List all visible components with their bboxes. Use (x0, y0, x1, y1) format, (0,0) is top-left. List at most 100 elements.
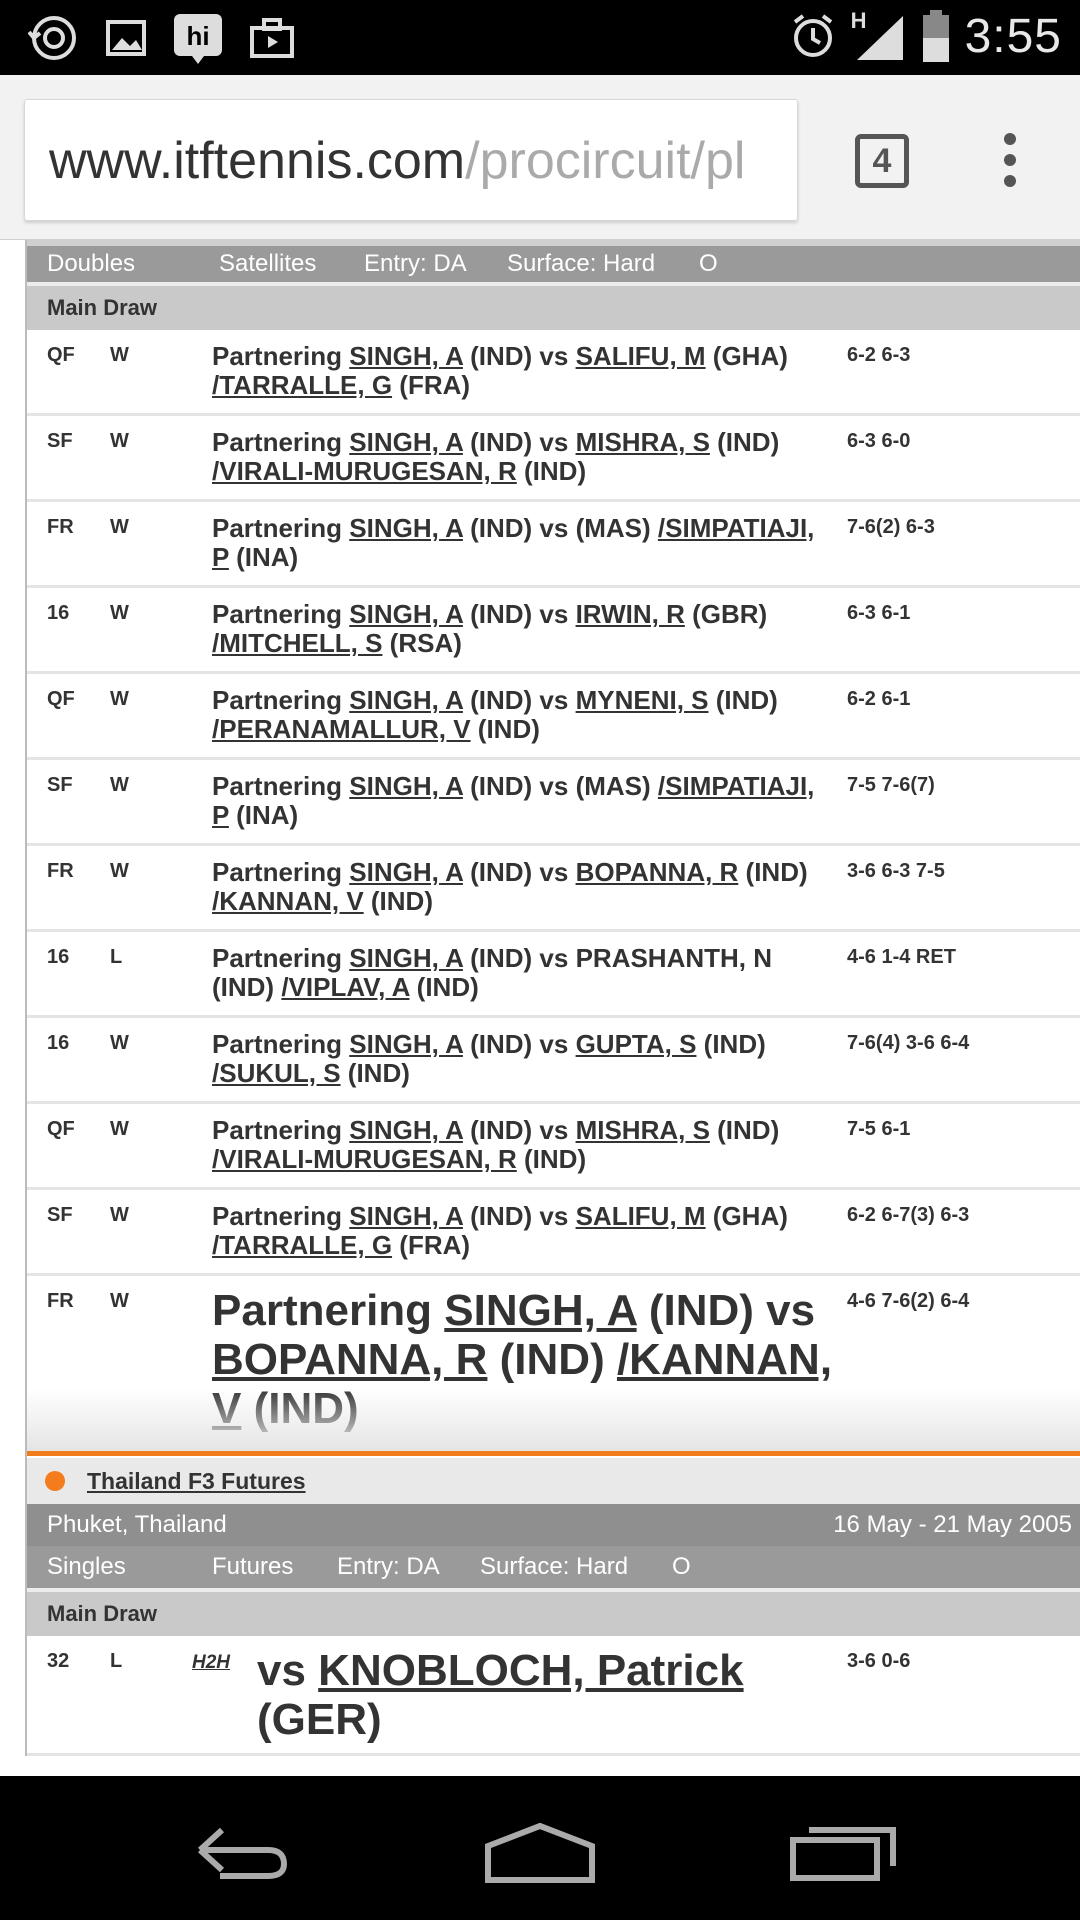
partner-link[interactable]: SINGH, A (349, 427, 463, 457)
opponent-link[interactable]: BOPANNA, R (212, 1335, 487, 1384)
url-bar[interactable]: www.itftennis.com/procircuit/pl (24, 99, 798, 221)
h2h-link[interactable]: H2H (192, 1652, 230, 1674)
match-result: L (110, 1650, 123, 1672)
opponent-partner-link[interactable]: /VIRALI-MURUGESAN, R (212, 1144, 517, 1174)
opponent-partner-link[interactable]: /TARRALLE, G (212, 370, 392, 400)
battery-icon (922, 10, 949, 62)
partner-link[interactable]: SINGH, A (349, 685, 463, 715)
text-suffix: (FRA) (392, 1230, 471, 1260)
partner-link[interactable]: SINGH, A (349, 1029, 463, 1059)
back-icon[interactable] (180, 1816, 300, 1886)
navigation-bar (0, 1776, 1080, 1920)
event-category: Futures (212, 1553, 294, 1580)
match-result: W (110, 860, 129, 882)
match-round: QF (47, 344, 75, 366)
text-mid: (IND) vs (462, 599, 576, 629)
match-row: QF W Partnering SINGH, A (IND) vs SALIFU, … (27, 330, 1080, 416)
text-prefix: Partnering (212, 685, 350, 715)
opponent-link[interactable]: GUPTA, S (576, 1029, 697, 1059)
signal-icon (856, 16, 903, 60)
match-description: Partnering SINGH, A (IND) vs MISHRA, S (… (212, 1116, 832, 1174)
text-suffix: (IND) (340, 1058, 410, 1088)
match-row: QF W Partnering SINGH, A (IND) vs MYNENI, … (27, 674, 1080, 760)
text-mid: (IND) vs (636, 1286, 816, 1335)
match-description: Partnering SINGH, A (IND) vs BOPANNA, R … (212, 858, 832, 916)
match-result: W (110, 1118, 129, 1140)
match-round: QF (47, 688, 75, 710)
signal-indicator: H (851, 8, 907, 64)
partner-link[interactable]: SINGH, A (349, 1201, 463, 1231)
alarm-icon (793, 14, 832, 57)
tab-switcher-button[interactable]: 4 (855, 134, 909, 188)
opponent-partner-link[interactable]: /SUKUL, S (212, 1058, 341, 1088)
match-list: QF W Partnering SINGH, A (IND) vs SALIFU, … (27, 330, 1080, 1451)
partner-link[interactable]: SINGH, A (349, 771, 463, 801)
opponent-partner-link[interactable]: /VIPLAV, A (281, 972, 409, 1002)
opponent-link[interactable]: KNOBLOCH, Patrick (318, 1646, 743, 1695)
match-row: 16 W Partnering SINGH, A (IND) vs IRWIN, R… (27, 588, 1080, 674)
match-round: 16 (47, 1032, 70, 1054)
opponent-link[interactable]: MISHRA, S (576, 427, 710, 457)
partner-link[interactable]: SINGH, A (349, 857, 463, 887)
text-mid: (IND) (738, 857, 808, 887)
match-result: W (110, 774, 129, 796)
overflow-menu-icon[interactable] (1000, 133, 1020, 191)
opponent-link[interactable]: MISHRA, S (576, 1115, 710, 1145)
opponent-partner-link[interactable]: /VIRALI-MURUGESAN, R (212, 456, 517, 486)
match-result: W (110, 344, 129, 366)
match-score: 7-5 6-1 (847, 1118, 911, 1140)
draw-label: Main Draw (27, 282, 1080, 330)
text-mid: (IND) (487, 1335, 617, 1384)
opponent-link[interactable]: MYNENI, S (576, 685, 709, 715)
text-prefix: Partnering (212, 1201, 350, 1231)
match-round: QF (47, 1118, 75, 1140)
opponent-link[interactable]: SALIFU, M (576, 1201, 706, 1231)
match-description: Partnering SINGH, A (IND) vs SALIFU, M (… (212, 342, 832, 400)
recent-apps-icon[interactable] (785, 1816, 905, 1886)
event-entry: Entry: DA (364, 250, 467, 277)
match-round: FR (47, 1290, 74, 1312)
partner-link[interactable]: SINGH, A (444, 1286, 636, 1335)
text-mid: (IND) vs (462, 513, 576, 543)
text-mid: (IND) vs (462, 427, 576, 457)
opponent-partner-link[interactable]: /KANNAN, V (212, 886, 364, 916)
svg-text:hi: hi (186, 21, 209, 51)
opponent-partner-link[interactable]: /TARRALLE, G (212, 1230, 392, 1260)
opponent-link[interactable]: IRWIN, R (576, 599, 685, 629)
partner-link[interactable]: SINGH, A (349, 341, 463, 371)
text-mid: (IND) (212, 972, 282, 1002)
match-result: W (110, 430, 129, 452)
text-prefix: Partnering (212, 599, 350, 629)
partner-link[interactable]: SINGH, A (349, 513, 463, 543)
match-description: Partnering SINGH, A (IND) vs PRASHANTH, … (212, 944, 832, 1002)
event-info-bar: Doubles Satellites Entry: DA Surface: Ha… (27, 240, 1080, 282)
partner-link[interactable]: SINGH, A (349, 599, 463, 629)
text-mid: (IND) vs (462, 341, 576, 371)
match-score: 6-2 6-3 (847, 344, 911, 366)
text-mid: (IND) (709, 427, 780, 457)
match-score: 7-6(2) 6-3 (847, 516, 935, 538)
opponent-partner-link[interactable]: /PERANAMALLUR, V (212, 714, 471, 744)
match-row: SF W Partnering SINGH, A (IND) vs SALIFU, … (27, 1190, 1080, 1276)
partner-link[interactable]: SINGH, A (349, 943, 463, 973)
web-page[interactable]: Doubles Satellites Entry: DA Surface: Ha… (0, 240, 1080, 1776)
tournament-link[interactable]: Thailand F3 Futures (87, 1468, 306, 1495)
text-suffix: (FRA) (392, 370, 471, 400)
match-row: SF W Partnering SINGH, A (IND) vs MISHRA, … (27, 416, 1080, 502)
match-description: Partnering SINGH, A (IND) vs (MAS) /SIMP… (212, 772, 832, 830)
match-description: vs KNOBLOCH, Patrick (GER) (257, 1646, 817, 1744)
opponent-partner-link[interactable]: /MITCHELL, S (212, 628, 382, 658)
tournament-header: Thailand F3 Futures (27, 1456, 1080, 1504)
home-icon[interactable] (480, 1816, 600, 1886)
tournament-dates: 16 May - 21 May 2005 (833, 1511, 1072, 1538)
match-result: W (110, 1290, 129, 1312)
match-description: Partnering SINGH, A (IND) vs MISHRA, S (… (212, 428, 832, 486)
partner-link[interactable]: SINGH, A (349, 1115, 463, 1145)
location-bar: Phuket, Thailand 16 May - 21 May 2005 (27, 1504, 1080, 1546)
match-round: 16 (47, 946, 70, 968)
opponent-link[interactable]: BOPANNA, R (576, 857, 739, 887)
opponent-link[interactable]: SALIFU, M (576, 341, 706, 371)
text-mid: (GHA) (705, 1201, 788, 1231)
match-score: 6-2 6-1 (847, 688, 911, 710)
match-row: FR W Partnering SINGH, A (IND) vs BOPANNA,… (27, 1276, 1080, 1451)
